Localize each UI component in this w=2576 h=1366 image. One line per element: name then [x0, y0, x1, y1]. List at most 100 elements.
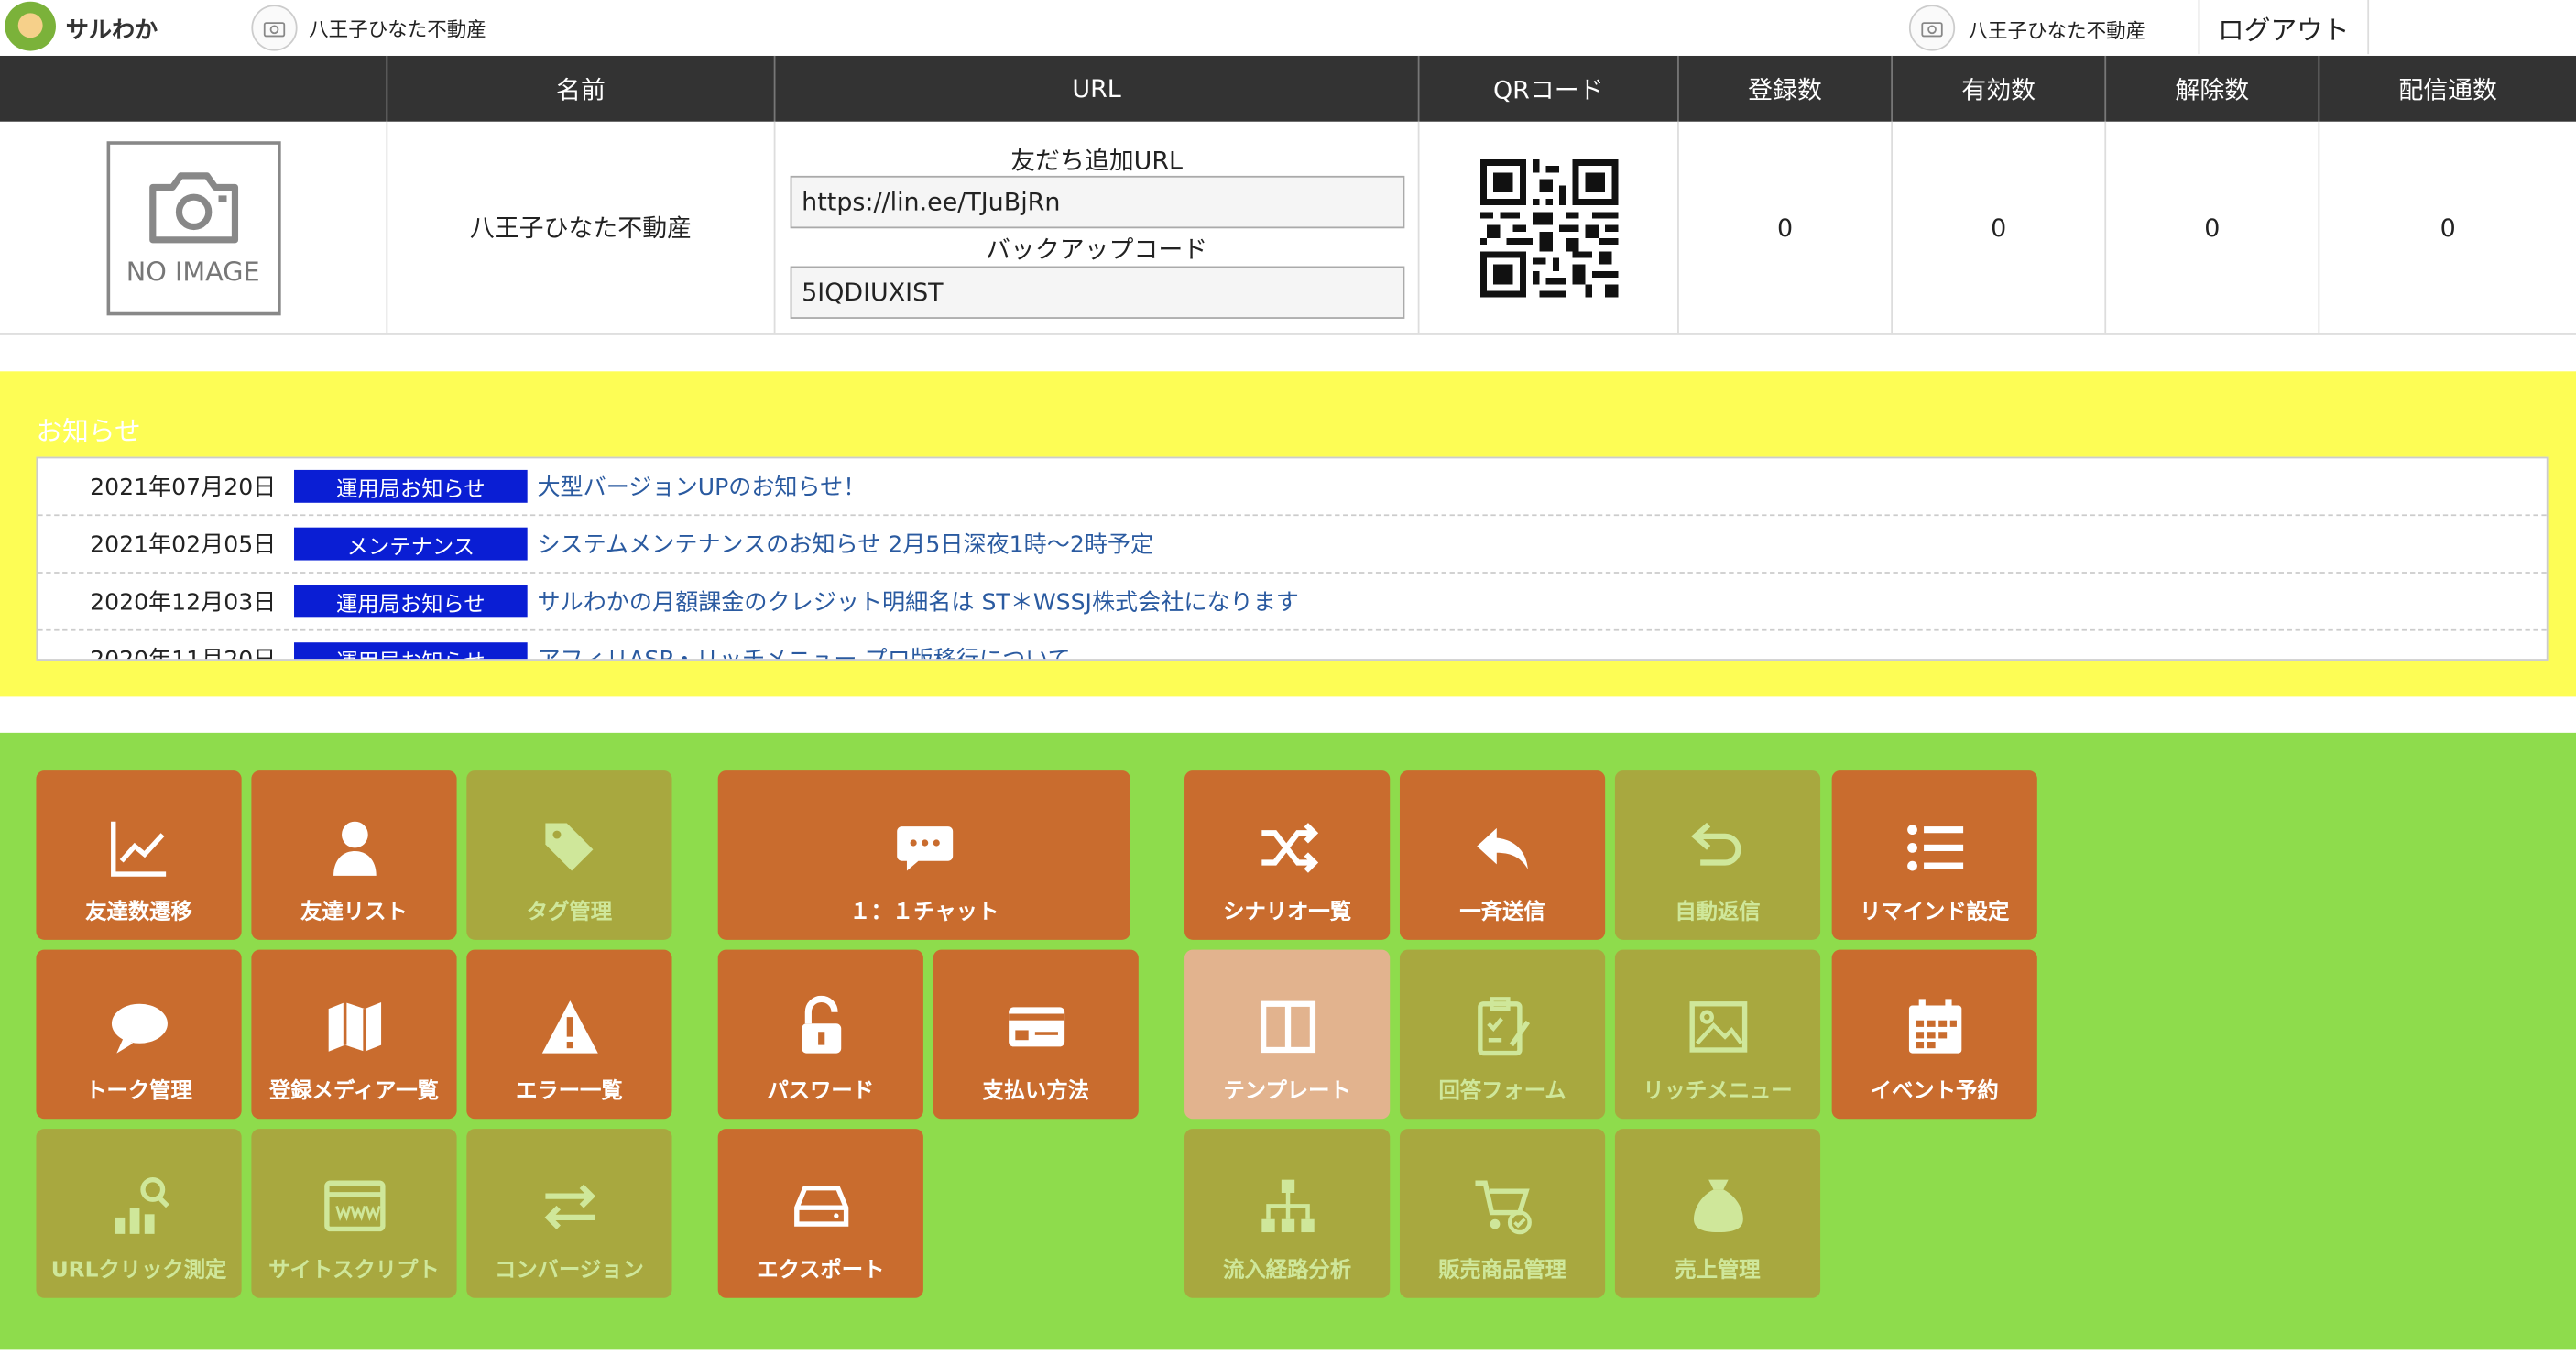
- news-link[interactable]: サルわかの月額課金のクレジット明細名は ST＊WSSJ株式会社になります: [537, 585, 1298, 617]
- scenario-list-label: シナリオ一覧: [1223, 900, 1352, 925]
- news-date: 2021年02月05日: [90, 532, 277, 559]
- chat-button[interactable]: １：１チャット: [717, 770, 1130, 940]
- account-table-header: 名前 URL QRコード 登録数 有効数 解除数 配信通数: [0, 55, 2576, 122]
- news-item: 2020年12月03日 運用局お知らせ サルわかの月額課金のクレジット明細名は …: [38, 574, 2547, 631]
- url-click-button[interactable]: URLクリック測定: [36, 1129, 242, 1298]
- answer-form-label: 回答フォーム: [1438, 1079, 1566, 1105]
- news-item: 2021年07月20日 運用局お知らせ 大型バージョンUPのお知らせ！: [38, 458, 2547, 517]
- chat-label: １：１チャット: [849, 900, 999, 925]
- event-button[interactable]: イベント予約: [1831, 949, 2037, 1120]
- browser-www-icon: [322, 1173, 387, 1239]
- list-icon: [1902, 815, 1968, 881]
- cell-name: 八王子ひなた不動産: [387, 121, 776, 334]
- auto-reply-button[interactable]: 自動返信: [1614, 770, 1821, 940]
- news-item: 2020年11月20日 運用局お知らせ アフィリASP・リッチメニュー プロ版移…: [38, 631, 2547, 660]
- tag-manage-button[interactable]: タグ管理: [466, 770, 672, 940]
- account-avatar-right-icon[interactable]: [1908, 5, 1956, 51]
- event-label: イベント予約: [1870, 1079, 1999, 1105]
- export-label: エクスポート: [757, 1258, 885, 1284]
- account-table-row: NO IMAGE 八王子ひなた不動産 友だち追加URL https://lin.…: [0, 121, 2576, 335]
- inflow-button[interactable]: 流入経路分析: [1184, 1129, 1391, 1298]
- image-icon: [1685, 994, 1751, 1060]
- account-name: 八王子ひなた不動産: [309, 17, 486, 41]
- col-image: [0, 55, 388, 122]
- calendar-icon: [1902, 994, 1968, 1060]
- news-badge: 運用局お知らせ: [294, 469, 528, 503]
- cell-active: 0: [1893, 121, 2107, 334]
- news-link[interactable]: システムメンテナンスのお知らせ 2月5日深夜1時〜2時予定: [537, 528, 1153, 561]
- clipboard-icon: [1469, 994, 1535, 1060]
- warning-icon: [537, 994, 603, 1060]
- logout-button[interactable]: ログアウト: [2198, 0, 2370, 55]
- products-button[interactable]: 販売商品管理: [1399, 1129, 1606, 1298]
- talk-manage-button[interactable]: トーク管理: [36, 949, 242, 1120]
- tags-icon: [537, 815, 603, 881]
- reply-icon: [1469, 815, 1535, 881]
- rich-menu-button[interactable]: リッチメニュー: [1614, 949, 1821, 1120]
- broadcast-button[interactable]: 一斉送信: [1399, 770, 1606, 940]
- friend-trend-button[interactable]: 友達数遷移: [36, 770, 242, 940]
- template-button[interactable]: テンプレート: [1184, 949, 1391, 1120]
- news-title: お知らせ: [36, 415, 141, 447]
- password-label: パスワード: [767, 1079, 875, 1105]
- remind-button[interactable]: リマインド設定: [1831, 770, 2037, 940]
- answer-form-button[interactable]: 回答フォーム: [1399, 949, 1606, 1120]
- account-name-right[interactable]: 八王子ひなた不動産: [1968, 16, 2145, 44]
- col-registered: 登録数: [1679, 55, 1893, 122]
- columns-icon: [1254, 994, 1320, 1060]
- col-active: 有効数: [1893, 55, 2107, 122]
- password-button[interactable]: パスワード: [717, 949, 923, 1120]
- site-script-button[interactable]: サイトスクリプト: [251, 1129, 457, 1298]
- unlock-icon: [788, 994, 854, 1060]
- shuffle-icon: [1254, 815, 1320, 881]
- sitemap-icon: [1254, 1173, 1320, 1239]
- scenario-list-button[interactable]: シナリオ一覧: [1184, 770, 1391, 940]
- news-date: 2021年07月20日: [90, 475, 277, 501]
- url-click-label: URLクリック測定: [50, 1258, 227, 1284]
- camera-icon: [148, 172, 238, 244]
- backup-code-field[interactable]: 5IQDIUXIST: [790, 266, 1405, 319]
- hard-drive-icon: [788, 1173, 854, 1239]
- no-image-placeholder: NO IMAGE: [105, 140, 280, 315]
- logo-mascot-icon[interactable]: [5, 1, 56, 51]
- news-link[interactable]: アフィリASP・リッチメニュー プロ版移行について: [537, 642, 1070, 660]
- chart-line-icon: [106, 815, 172, 881]
- tag-manage-label: タグ管理: [526, 900, 613, 925]
- col-name: 名前: [387, 55, 776, 122]
- undo-arrow-icon: [1685, 815, 1751, 881]
- news-list[interactable]: 2021年07月20日 運用局お知らせ 大型バージョンUPのお知らせ！ 2021…: [36, 456, 2549, 661]
- friend-list-label: 友達リスト: [300, 900, 408, 925]
- col-deliveries: 配信通数: [2398, 74, 2497, 104]
- speech-bubble-icon: [106, 994, 172, 1060]
- media-list-button[interactable]: 登録メディア一覧: [251, 949, 457, 1120]
- cell-cancelled: 0: [2106, 121, 2320, 334]
- cell-image: NO IMAGE: [0, 121, 388, 334]
- news-badge: 運用局お知らせ: [294, 642, 528, 660]
- logo-text[interactable]: サルわか: [66, 13, 158, 46]
- payment-button[interactable]: 支払い方法: [933, 949, 1139, 1120]
- conversion-button[interactable]: コンバージョン: [466, 1129, 672, 1298]
- products-label: 販売商品管理: [1438, 1258, 1567, 1284]
- talk-manage-label: トーク管理: [85, 1079, 192, 1105]
- cart-check-icon: [1469, 1173, 1535, 1239]
- template-label: テンプレート: [1223, 1079, 1351, 1105]
- export-button[interactable]: エクスポート: [717, 1129, 923, 1298]
- map-icon: [322, 994, 387, 1060]
- credit-card-icon: [1003, 994, 1069, 1060]
- site-script-label: サイトスクリプト: [268, 1258, 440, 1284]
- media-list-label: 登録メディア一覧: [269, 1079, 439, 1105]
- sales-button[interactable]: 売上管理: [1614, 1129, 1821, 1298]
- broadcast-label: 一斉送信: [1459, 900, 1545, 925]
- error-list-label: エラー一覧: [516, 1079, 623, 1105]
- error-list-button[interactable]: エラー一覧: [466, 949, 672, 1120]
- bar-chart-search-icon: [106, 1173, 172, 1239]
- user-icon: [322, 815, 387, 881]
- qr-code-icon[interactable]: [1479, 158, 1618, 297]
- friend-url-field[interactable]: https://lin.ee/TJuBjRn: [790, 175, 1405, 229]
- auto-reply-label: 自動返信: [1675, 900, 1761, 925]
- exchange-icon: [537, 1173, 603, 1239]
- cell-registered: 0: [1679, 121, 1893, 334]
- news-badge: メンテナンス: [294, 527, 528, 561]
- friend-list-button[interactable]: 友達リスト: [251, 770, 457, 940]
- news-link[interactable]: 大型バージョンUPのお知らせ！: [537, 470, 866, 503]
